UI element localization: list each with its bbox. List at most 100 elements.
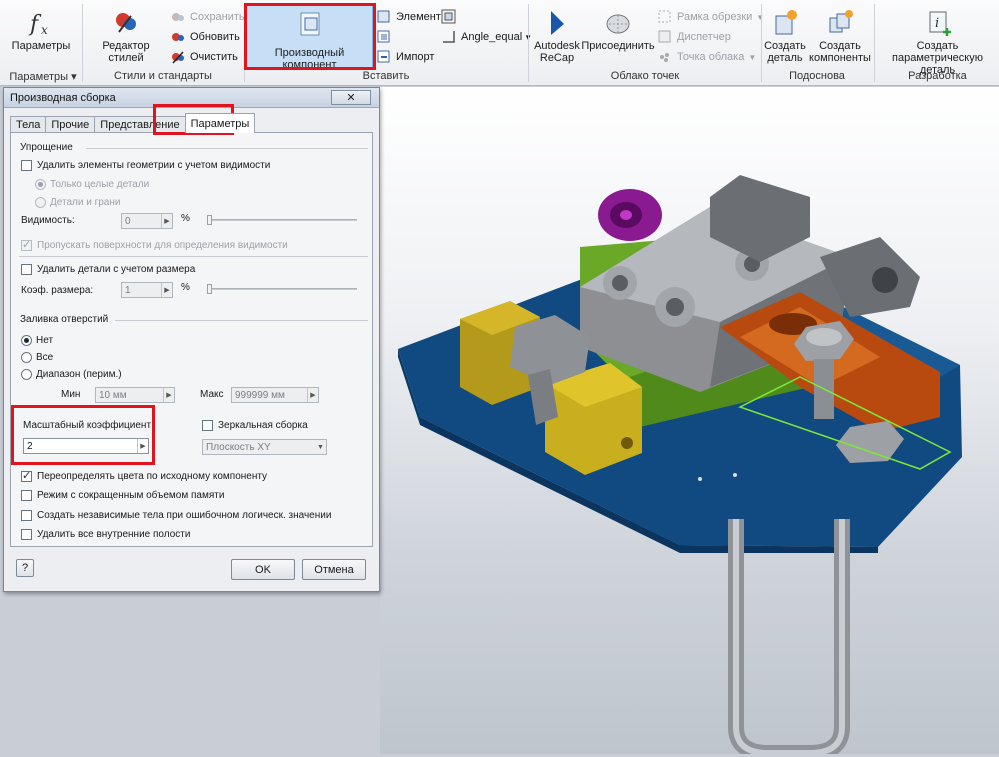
parameters-button[interactable]: fx Параметры: [8, 8, 74, 52]
max-label: Макс: [200, 389, 224, 400]
holes-all-label: Все: [36, 352, 54, 363]
chevron-right-icon: ▶: [161, 283, 172, 297]
assembly-model: [398, 175, 962, 757]
angle-equal-label: Angle_equal: [461, 31, 523, 43]
parameters-panel: Упрощение Удалить элементы геометрии с у…: [10, 132, 373, 547]
create-part-button[interactable]: Создать деталь: [762, 8, 808, 64]
update-style-button[interactable]: Обновить: [170, 28, 240, 46]
parameters-label: Параметры: [11, 40, 71, 52]
holes-header: Заливка отверстий: [20, 314, 109, 325]
attach-button[interactable]: Присоединить: [581, 8, 655, 52]
divider: [19, 256, 368, 257]
size-factor-value: 1: [125, 284, 131, 296]
mirror-plane-select[interactable]: Плоскость XY ▼: [202, 439, 327, 455]
skip-surfaces-checkbox[interactable]: [21, 238, 32, 251]
recap-label: Autodesk ReCap: [534, 40, 580, 64]
cloud-point-label: Точка облака: [677, 51, 745, 63]
max-value: 999999 мм: [235, 389, 285, 401]
import-icon: [376, 49, 392, 65]
ok-label: OK: [255, 563, 271, 576]
percent-label: %: [181, 282, 190, 293]
group-insert: Вставить: [362, 70, 410, 82]
import-label: Импорт: [396, 51, 435, 63]
cloud-point-button[interactable]: Точка облака ▼: [657, 48, 756, 66]
min-input[interactable]: 10 мм ▶: [95, 387, 175, 403]
min-label: Мин: [61, 389, 81, 400]
info-plus-icon: i: [923, 8, 953, 38]
create-part-label: Создать деталь: [764, 40, 806, 64]
size-factor-input[interactable]: 1 ▶: [121, 282, 173, 298]
help-button[interactable]: ?: [16, 559, 34, 577]
tab-bodies[interactable]: Тела: [10, 116, 47, 133]
cancel-label: Отмена: [314, 563, 354, 576]
crop-frame-icon: [657, 9, 673, 25]
cancel-button[interactable]: Отмена: [302, 559, 366, 580]
svg-text:x: x: [41, 23, 48, 37]
style-editor-button[interactable]: Редактор стилей: [84, 8, 168, 64]
percent-label: %: [181, 213, 190, 224]
derived-component-highlight: [244, 3, 376, 70]
visibility-slider[interactable]: [207, 215, 357, 225]
create-part-icon: [770, 8, 800, 38]
help-icon: ?: [21, 562, 29, 574]
clean-style-button[interactable]: Очистить: [170, 48, 238, 66]
min-value: 10 мм: [99, 389, 127, 401]
recap-icon: [542, 8, 572, 38]
whole-parts-radio[interactable]: [35, 179, 46, 190]
close-button[interactable]: ✕: [331, 90, 371, 105]
size-factor-slider[interactable]: [207, 284, 357, 294]
create-components-button[interactable]: Создать компоненты: [808, 8, 872, 64]
holes-range-radio[interactable]: [21, 369, 32, 380]
style-editor-label: Редактор стилей: [102, 40, 150, 64]
remove-size-checkbox[interactable]: [21, 264, 32, 275]
group-separator: [528, 4, 529, 82]
tab-other[interactable]: Прочие: [45, 116, 96, 133]
tab-parameters[interactable]: Параметры: [184, 113, 256, 133]
element-icon: [376, 9, 392, 25]
override-colors-checkbox[interactable]: [21, 469, 32, 482]
independent-bodies-checkbox[interactable]: [21, 510, 32, 521]
visibility-input[interactable]: 0 ▶: [121, 213, 173, 229]
low-memory-checkbox[interactable]: [21, 490, 32, 501]
visibility-label: Видимость:: [21, 215, 75, 226]
scale-highlight: [11, 405, 155, 465]
slider-thumb[interactable]: [207, 284, 212, 294]
dispatcher-icon: [657, 29, 673, 45]
holes-none-radio[interactable]: [21, 335, 32, 346]
holes-all-radio[interactable]: [21, 352, 32, 363]
max-input[interactable]: 999999 мм ▶: [231, 387, 319, 403]
angle-equal-dropdown[interactable]: Angle_equal ▼: [441, 28, 532, 46]
dialog-title: Производная сборка: [10, 91, 116, 104]
crop-frame-label: Рамка обрезки: [677, 11, 753, 23]
independent-bodies-label: Создать независимые тела при ошибочном л…: [37, 510, 332, 521]
group-styles: Стили и стандарты: [114, 70, 212, 82]
model-viewport[interactable]: [380, 87, 999, 757]
autodesk-recap-button[interactable]: Autodesk ReCap: [530, 8, 584, 64]
slider-thumb[interactable]: [207, 215, 212, 225]
element-label: Элемент: [396, 11, 441, 23]
remove-visible-label: Удалить элементы геометрии с учетом види…: [37, 160, 271, 171]
mirror-plane-value: Плоскость XY: [206, 441, 271, 453]
save-style-button[interactable]: Сохранить: [170, 8, 245, 26]
chevron-down-icon: ▼: [317, 443, 324, 451]
mirror-checkbox[interactable]: [202, 420, 213, 431]
create-parametric-part-button[interactable]: i Создать параметрическую деталь: [876, 8, 999, 76]
simplify-header: Упрощение: [20, 142, 73, 153]
remove-voids-checkbox[interactable]: [21, 529, 32, 540]
override-colors-label: Переопределять цвета по исходному компон…: [37, 471, 268, 482]
ok-button[interactable]: OK: [231, 559, 295, 580]
dispatcher-button[interactable]: Диспетчер: [657, 28, 731, 46]
close-icon: ✕: [346, 92, 356, 104]
crop-frame-button[interactable]: Рамка обрезки ▼: [657, 8, 764, 26]
parts-faces-radio[interactable]: [35, 197, 46, 208]
remove-size-label: Удалить детали с учетом размера: [37, 264, 196, 275]
group-parameters[interactable]: Параметры ▾: [6, 70, 80, 84]
insert-object-button[interactable]: [376, 28, 396, 46]
divider: [115, 320, 368, 321]
remove-visible-checkbox[interactable]: [21, 160, 32, 171]
save-style-icon: [170, 9, 186, 25]
holes-range-label: Диапазон (перим.): [36, 369, 122, 380]
import-button[interactable]: Импорт: [376, 48, 434, 66]
element-button[interactable]: Элемент: [376, 8, 441, 26]
tile-icon-button[interactable]: [441, 8, 461, 26]
